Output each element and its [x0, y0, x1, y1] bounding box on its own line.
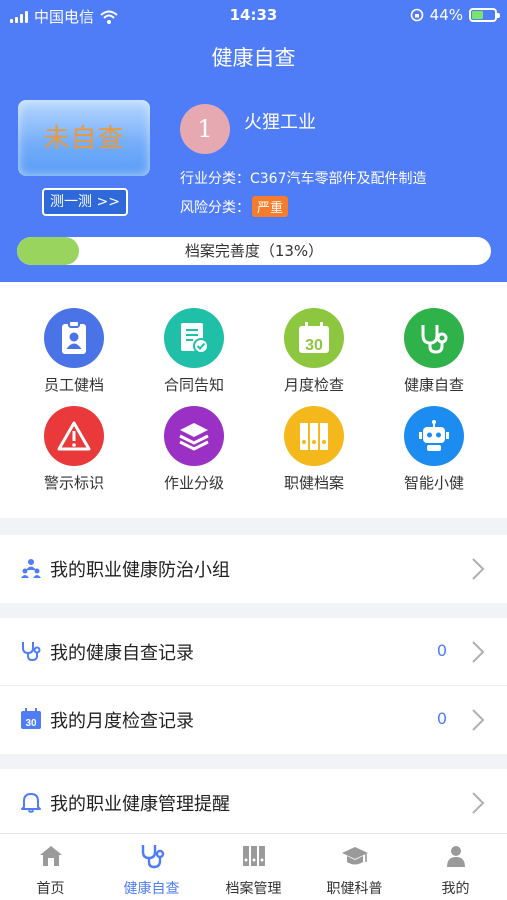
self-check-status-badge: 未自查 — [18, 100, 150, 186]
grid-item-warning-sign[interactable]: 警示标识 — [19, 406, 129, 493]
tab-health-check[interactable]: 健康自查 — [101, 842, 202, 898]
list-item-monthly-records[interactable]: 30 我的月度检查记录 0 — [0, 686, 507, 754]
risk-line: 风险分类： 严重 — [180, 196, 289, 217]
grid-label: 员工健档 — [43, 376, 104, 394]
stethoscope-icon — [404, 308, 464, 368]
chevron-right-icon — [472, 709, 485, 731]
tab-label: 职健科普 — [326, 881, 383, 897]
battery-icon — [469, 8, 500, 22]
grid-item-smart-assistant[interactable]: 智能小健 — [379, 406, 489, 493]
rotation-lock-icon — [410, 8, 423, 22]
test-button[interactable]: 测一测 >> — [42, 188, 128, 216]
profile-completeness-bar[interactable]: 档案完善度（13%） — [17, 237, 491, 265]
record-count: 0 — [436, 641, 447, 660]
progress-label: 档案完善度（13%） — [184, 242, 324, 260]
grid-label: 作业分级 — [163, 474, 224, 492]
battery-percent: 44% — [429, 6, 463, 24]
tab-archive[interactable]: 档案管理 — [203, 842, 304, 898]
binders-icon — [242, 846, 265, 866]
list-label: 我的健康自查记录 — [50, 643, 194, 664]
layers-icon — [164, 406, 224, 466]
chevron-right-icon — [472, 558, 485, 580]
tab-label: 健康自查 — [123, 881, 180, 897]
calendar-30-icon: 30 — [21, 708, 41, 729]
list-label: 我的职业健康防治小组 — [50, 560, 230, 581]
tab-home[interactable]: 首页 — [0, 842, 101, 898]
status-bar: 中国电信 14:33 44% — [0, 0, 507, 30]
company-name: 火狸工业 — [244, 112, 316, 133]
self-check-status: 未自查 — [43, 124, 125, 154]
grid-label: 月度检查 — [283, 376, 344, 394]
home-icon — [39, 846, 62, 866]
tab-mine[interactable]: 我的 — [405, 842, 506, 898]
person-icon — [446, 846, 465, 867]
list-item-reminders[interactable]: 我的职业健康管理提醒 — [0, 769, 507, 837]
grid-item-employee-file[interactable]: 员工健档 — [19, 308, 129, 395]
grid-item-monthly-check[interactable]: 30 月度检查 — [259, 308, 369, 395]
grid-item-job-grading[interactable]: 作业分级 — [139, 406, 249, 493]
warning-icon — [44, 406, 104, 466]
record-count: 0 — [436, 709, 447, 728]
graduation-cap-icon — [341, 847, 368, 865]
grid-item-contract[interactable]: 合同告知 — [139, 308, 249, 395]
industry-label: 行业分类： — [180, 171, 250, 187]
binders-icon — [284, 406, 344, 466]
tab-science[interactable]: 职健科普 — [304, 842, 405, 898]
contract-icon — [164, 308, 224, 368]
grid-label: 智能小健 — [403, 474, 464, 492]
risk-label: 风险分类： — [180, 200, 250, 216]
grid-item-health-check[interactable]: 健康自查 — [379, 308, 489, 395]
grid-item-health-archive[interactable]: 职健档案 — [259, 406, 369, 493]
list-label: 我的月度检查记录 — [50, 711, 194, 732]
industry-value: C367汽车零部件及配件制造 — [250, 171, 427, 187]
employee-file-icon — [44, 308, 104, 368]
stethoscope-icon — [141, 845, 164, 869]
tab-bar: 首页 健康自查 档案管理 职健科普 我的 — [0, 833, 507, 900]
grid-label: 合同告知 — [163, 376, 224, 394]
tab-label: 档案管理 — [225, 881, 282, 897]
grid-label: 职健档案 — [283, 474, 344, 492]
team-icon — [21, 559, 41, 578]
chevron-right-icon — [472, 792, 485, 814]
page-title: 健康自查 — [211, 46, 296, 70]
industry-line: 行业分类：C367汽车零部件及配件制造 — [180, 168, 427, 188]
avatar: 1 — [180, 104, 230, 154]
list-item-self-check-records[interactable]: 我的健康自查记录 0 — [0, 618, 507, 686]
svg-text:30: 30 — [25, 718, 37, 729]
grid-label: 警示标识 — [43, 474, 104, 492]
feature-grid: 员工健档 合同告知 30 月度检查 健康自查 警示标识 作业分级 职健档案 智能… — [0, 282, 507, 518]
tab-label: 我的 — [441, 881, 470, 897]
stethoscope-icon — [22, 642, 41, 662]
tab-label: 首页 — [36, 881, 65, 897]
svg-text:30: 30 — [305, 337, 323, 354]
bell-icon — [21, 793, 41, 813]
list-item-health-group[interactable]: 我的职业健康防治小组 — [0, 535, 507, 603]
robot-icon — [404, 406, 464, 466]
calendar-30-icon: 30 — [284, 308, 344, 368]
grid-label: 健康自查 — [403, 376, 464, 394]
header: 中国电信 14:33 44% 健康自查 未自查 测一测 >> 1 火狸工业 行业… — [0, 0, 507, 282]
risk-badge: 严重 — [252, 196, 289, 217]
chevron-right-icon — [472, 641, 485, 663]
list-label: 我的职业健康管理提醒 — [50, 794, 230, 815]
